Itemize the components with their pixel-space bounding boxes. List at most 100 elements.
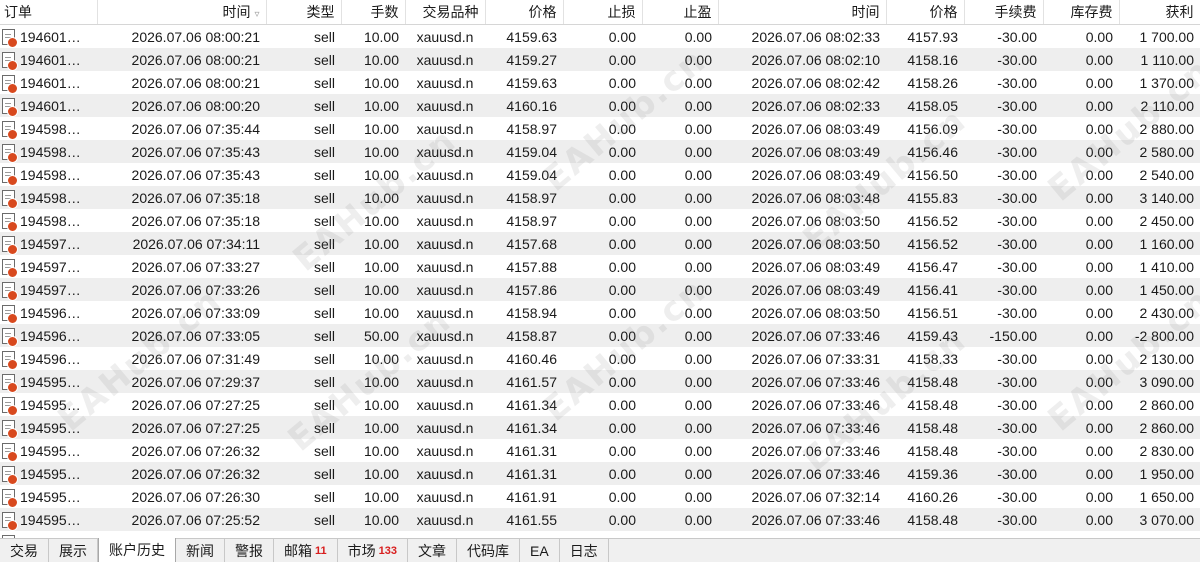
cell-order: 194597… <box>0 278 97 301</box>
tab-1[interactable]: 展示 <box>49 539 98 562</box>
column-header-order[interactable]: 订单 <box>0 0 98 25</box>
cell-volume: 10.00 <box>341 370 405 393</box>
column-header-label: 价格 <box>528 4 557 20</box>
tab-5[interactable]: 邮箱 11 <box>274 539 338 562</box>
order-number: 194598… <box>20 143 81 160</box>
tab-label: 日志 <box>569 542 598 559</box>
column-header-close-price[interactable]: 价格 <box>886 0 965 25</box>
order-number: 194595… <box>20 373 81 390</box>
cell-open-time: 2026.07.06 08:00:21 <box>131 74 260 91</box>
column-header-stop-loss[interactable]: 止损 <box>563 0 643 25</box>
cell-profit: 2 110.00 <box>1119 94 1200 117</box>
order-number: 194597… <box>20 258 81 275</box>
tab-9[interactable]: EA <box>520 539 560 562</box>
column-header-commission[interactable]: 手续费 <box>964 0 1044 25</box>
cell-take-profit: 0.00 <box>642 140 718 163</box>
column-header-volume[interactable]: 手数 <box>341 0 406 25</box>
tab-8[interactable]: 代码库 <box>457 539 520 562</box>
column-header-type[interactable]: 类型 <box>266 0 342 25</box>
table-row[interactable]: 194595… 2026.07.06 07:26:30 sell 10.00 xauus… <box>0 485 1200 508</box>
column-header-profit[interactable]: 获利 <box>1119 0 1200 25</box>
tab-label: 市场 <box>347 542 376 559</box>
table-row[interactable]: 194598… 2026.07.06 07:35:18 sell 10.00 xauus… <box>0 209 1200 232</box>
table-row[interactable]: 194595… 2026.07.06 07:26:32 sell 10.00 xauus… <box>0 462 1200 485</box>
table-row[interactable]: 194596… 2026.07.06 07:33:05 sell 50.00 xauus… <box>0 324 1200 347</box>
cell-swap: 0.00 <box>1085 258 1113 275</box>
cell-close-price: 4159.36 <box>886 462 964 485</box>
cell-order: 194597… <box>0 255 97 278</box>
table-row[interactable]: 194598… 2026.07.06 07:35:44 sell 10.00 xauus… <box>0 117 1200 140</box>
order-history-icon <box>2 235 18 255</box>
cell-open-price: 4159.27 <box>485 48 563 71</box>
table-row[interactable]: 194601… 2026.07.06 08:00:21 sell 10.00 xauus… <box>0 25 1200 49</box>
cell-stop-loss: 0.00 <box>608 396 636 413</box>
table-row[interactable]: 194597… 2026.07.06 07:34:11 sell 10.00 xauus… <box>0 232 1200 255</box>
cell-open-time: 2026.07.06 07:25:08 <box>97 531 266 539</box>
tab-0[interactable]: 交易 <box>0 539 49 562</box>
cell-take-profit: 0.00 <box>642 462 718 485</box>
cell-open-price: 4158.97 <box>506 120 557 137</box>
order-history-icon <box>2 465 18 485</box>
cell-order: 194595… <box>0 393 97 416</box>
table-row[interactable]: 194595… 2026.07.06 07:25:52 sell 10.00 xauus… <box>0 508 1200 531</box>
cell-close-time: 2026.07.06 08:03:49 <box>718 140 886 163</box>
order-number: 194597… <box>20 281 81 298</box>
table-row[interactable]: 194598… 2026.07.06 07:35:43 sell 10.00 xauus… <box>0 140 1200 163</box>
table-row[interactable]: 194598… 2026.07.06 07:35:18 sell 10.00 xauus… <box>0 186 1200 209</box>
cell-type: sell <box>266 140 341 163</box>
order-number: 194596… <box>20 327 81 344</box>
order-number: 194595… <box>20 511 81 528</box>
tab-7[interactable]: 文章 <box>408 539 457 562</box>
order-number: 194595… <box>20 488 81 505</box>
cell-close-price: 4158.05 <box>886 94 964 117</box>
table-row[interactable]: 194597… 2026.07.06 07:33:26 sell 10.00 xauus… <box>0 278 1200 301</box>
cell-take-profit: 0.00 <box>684 212 712 229</box>
table-row[interactable]: 194594…2026.07.06 07:25:08sell10.00xauus… <box>0 531 1200 538</box>
cell-close-time: 2026.07.06 07:33:46 <box>751 396 880 413</box>
column-header-open-time[interactable]: 时间 ▿ <box>97 0 267 25</box>
cell-profit: 2 860.00 <box>1119 416 1200 439</box>
cell-close-price: 4158.33 <box>907 350 958 367</box>
cell-close-time: 2026.07.06 08:02:10 <box>718 48 886 71</box>
order-history-icon <box>2 281 18 301</box>
table-row[interactable]: 194595… 2026.07.06 07:27:25 sell 10.00 xauus… <box>0 416 1200 439</box>
account-history-table[interactable]: 订单 时间 ▿ 类型 手数 交易品种 价格 止损 止盈 时间 价格 手续费 库存费… <box>0 0 1200 538</box>
cell-volume: 10.00 <box>363 350 399 367</box>
cell-commission: -30.00 <box>997 28 1037 45</box>
cell-stop-loss: 0.00 <box>608 28 636 45</box>
table-row[interactable]: 194595… 2026.07.06 07:29:37 sell 10.00 xauus… <box>0 370 1200 393</box>
column-header-swap[interactable]: 库存费 <box>1043 0 1120 25</box>
table-row[interactable]: 194596… 2026.07.06 07:31:49 sell 10.00 xauus… <box>0 347 1200 370</box>
cell-open-time: 2026.07.06 07:35:18 <box>131 212 260 229</box>
cell-close-time: 2026.07.06 08:03:50 <box>751 304 880 321</box>
table-row[interactable]: 194601… 2026.07.06 08:00:21 sell 10.00 xauus… <box>0 48 1200 71</box>
table-row[interactable]: 194595… 2026.07.06 07:26:32 sell 10.00 xauus… <box>0 439 1200 462</box>
tab-4[interactable]: 警报 <box>225 539 274 562</box>
column-header-symbol[interactable]: 交易品种 <box>405 0 486 25</box>
column-header-close-time[interactable]: 时间 <box>718 0 887 25</box>
tab-2[interactable]: 账户历史 <box>98 538 176 562</box>
cell-close-price: 4157.93 <box>907 28 958 45</box>
cell-open-price: 4158.87 <box>485 324 563 347</box>
cell-swap: 0.00 <box>1085 120 1113 137</box>
table-row[interactable]: 194596… 2026.07.06 07:33:09 sell 10.00 xauus… <box>0 301 1200 324</box>
table-row[interactable]: 194601… 2026.07.06 08:00:20 sell 10.00 xauus… <box>0 94 1200 117</box>
table-row[interactable]: 194598… 2026.07.06 07:35:43 sell 10.00 xauus… <box>0 163 1200 186</box>
cell-open-time: 2026.07.06 07:35:18 <box>97 186 266 209</box>
cell-swap: 0.00 <box>1085 166 1113 183</box>
tab-6[interactable]: 市场 133 <box>338 539 408 562</box>
order-history-icon <box>2 166 18 186</box>
table-row[interactable]: 194597… 2026.07.06 07:33:27 sell 10.00 xauus… <box>0 255 1200 278</box>
cell-close-price: 4160.56 <box>886 531 964 539</box>
column-header-label: 类型 <box>306 4 335 20</box>
table-row[interactable]: 194601… 2026.07.06 08:00:21 sell 10.00 xauus… <box>0 71 1200 94</box>
tab-3[interactable]: 新闻 <box>176 539 225 562</box>
cell-order: 194597… <box>0 232 97 255</box>
cell-profit: 2 860.00 <box>1139 396 1195 413</box>
table-row[interactable]: 194595… 2026.07.06 07:27:25 sell 10.00 xauus… <box>0 393 1200 416</box>
cell-close-price: 4160.26 <box>907 488 958 505</box>
column-header-take-profit[interactable]: 止盈 <box>642 0 719 25</box>
column-header-open-price[interactable]: 价格 <box>485 0 564 25</box>
tab-10[interactable]: 日志 <box>560 539 609 562</box>
cell-open-price: 4157.88 <box>506 258 557 275</box>
